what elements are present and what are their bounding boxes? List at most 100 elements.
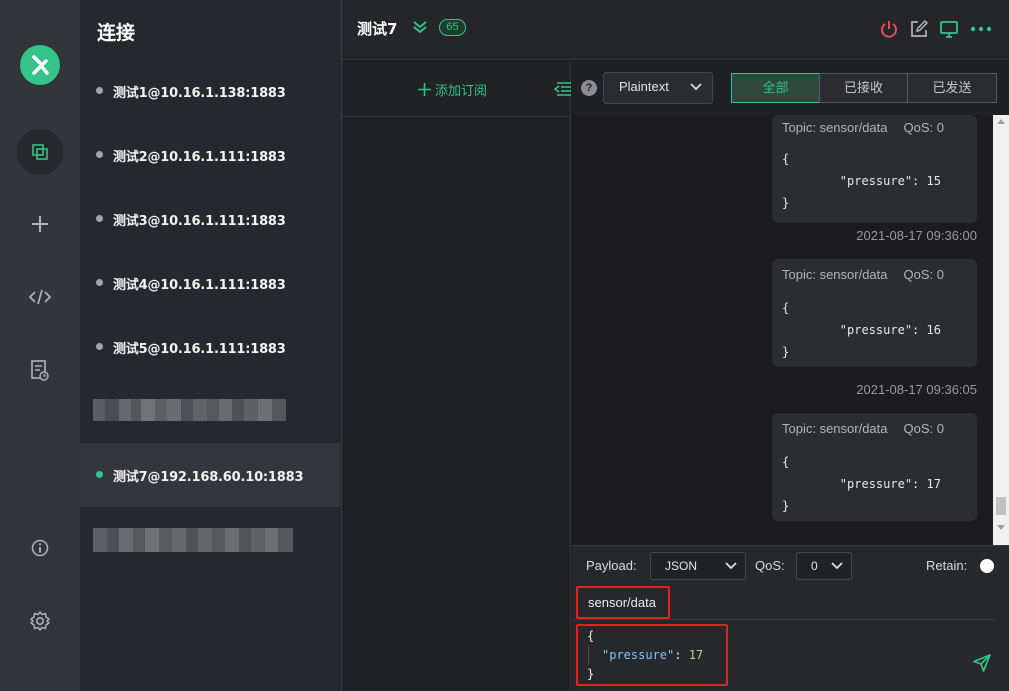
payload-line: {: [782, 152, 790, 166]
payload-format-select[interactable]: Plaintext: [603, 72, 713, 104]
payload-line: }: [782, 499, 790, 513]
status-dot-online: [96, 471, 103, 478]
double-chevron-down-icon[interactable]: [412, 19, 428, 40]
scroll-up-arrow[interactable]: [997, 119, 1005, 124]
publish-composer: Payload: JSON QoS: 0 Retain: sensor/data…: [572, 545, 1009, 691]
connection-item-redacted[interactable]: [80, 379, 340, 443]
subscriptions-panel: 添加订阅: [342, 61, 571, 691]
message-scrollbar[interactable]: [993, 115, 1009, 545]
payload-line: }: [782, 345, 790, 359]
add-subscription-button[interactable]: 添加订阅: [418, 80, 487, 99]
message-bubble: Topic: sensor/data QoS: 0 { "pressure": 1…: [772, 115, 977, 223]
redacted-text: [93, 399, 286, 421]
connection-item[interactable]: 测试1@10.16.1.138:1883: [80, 59, 340, 123]
payload-line: "pressure": 16: [782, 323, 941, 337]
retain-toggle[interactable]: [980, 559, 994, 573]
message-timestamp: 2021-08-17 09:36:00: [856, 228, 977, 243]
payload-label: Payload:: [586, 558, 637, 573]
info-icon[interactable]: [17, 525, 63, 571]
payload-colon: :: [674, 648, 689, 662]
connection-item[interactable]: 测试4@10.16.1.111:1883: [80, 251, 340, 315]
qos-select[interactable]: 0: [796, 552, 852, 580]
divider: [572, 619, 995, 620]
payload-line: "pressure": 17: [782, 477, 941, 491]
message-payload: { "pressure": 15 }: [782, 148, 941, 214]
chevron-down-icon: [690, 83, 702, 91]
topic-value: sensor/data: [588, 595, 656, 610]
retain-label: Retain:: [926, 558, 968, 573]
connection-label: 测试3@10.16.1.111:1883: [113, 214, 286, 229]
scrollbar-thumb[interactable]: [996, 497, 1006, 515]
payload-line: {: [782, 455, 790, 469]
qos-label: QoS:: [755, 558, 785, 573]
connection-item[interactable]: 测试2@10.16.1.111:1883: [80, 123, 340, 187]
connection-label: 测试4@10.16.1.111:1883: [113, 278, 286, 293]
tab-all[interactable]: 全部: [731, 73, 820, 103]
status-dot: [96, 151, 103, 158]
message-filter-bar: ? Plaintext 全部 已接收 已发送: [572, 61, 1009, 115]
message-payload: { "pressure": 16 }: [782, 297, 941, 363]
message-payload: { "pressure": 17 }: [782, 451, 941, 517]
connection-label: 测试2@10.16.1.111:1883: [113, 150, 286, 165]
payload-line: }: [782, 196, 790, 210]
payload-editor[interactable]: { "pressure": 17 }: [576, 624, 728, 686]
log-icon[interactable]: [17, 347, 63, 393]
connection-item[interactable]: 测试3@10.16.1.111:1883: [80, 187, 340, 251]
chevron-down-icon: [725, 562, 737, 570]
connection-label: 测试7@192.168.60.10:1883: [113, 470, 304, 485]
monitor-icon[interactable]: [939, 19, 959, 39]
message-count-badge: 65: [439, 19, 466, 36]
qos-value: 0: [811, 559, 818, 573]
send-icon[interactable]: [972, 653, 992, 678]
connection-list: 连接 测试1@10.16.1.138:1883 测试2@10.16.1.111:…: [80, 0, 341, 691]
more-icon[interactable]: [970, 19, 992, 39]
topic-input[interactable]: sensor/data: [576, 586, 670, 619]
payload-open-brace: {: [587, 629, 595, 643]
scroll-down-arrow[interactable]: [997, 525, 1005, 530]
connections-icon[interactable]: [17, 129, 63, 175]
edit-icon[interactable]: [909, 19, 929, 39]
message-topic: Topic: sensor/data: [782, 267, 888, 282]
connection-item[interactable]: 测试5@10.16.1.111:1883: [80, 315, 340, 379]
add-subscription-label: 添加订阅: [435, 83, 488, 98]
script-icon[interactable]: [17, 274, 63, 320]
tab-sent[interactable]: 已发送: [907, 73, 997, 103]
message-view: ? Plaintext 全部 已接收 已发送 Topic: sensor/dat…: [572, 61, 1009, 545]
message-qos: QoS: 0: [903, 120, 944, 135]
payload-type-value: JSON: [665, 559, 698, 573]
status-dot: [96, 87, 103, 94]
payload-body: "pressure": 17: [588, 646, 726, 665]
add-icon[interactable]: [17, 201, 63, 247]
settings-icon[interactable]: [17, 598, 63, 644]
message-timestamp: 2021-08-17 09:36:05: [856, 382, 977, 397]
connection-name: 测试7: [357, 20, 398, 38]
tab-received[interactable]: 已接收: [819, 73, 908, 103]
connection-item-active[interactable]: 测试7@192.168.60.10:1883: [80, 443, 340, 507]
status-dot: [96, 215, 103, 222]
payload-type-select[interactable]: JSON: [650, 552, 746, 580]
message-qos: QoS: 0: [903, 421, 944, 436]
payload-line: {: [782, 301, 790, 315]
payload-format-value: Plaintext: [619, 79, 669, 94]
payload-close-brace: }: [587, 667, 595, 681]
status-dot: [96, 343, 103, 350]
message-bubble: Topic: sensor/data QoS: 0 { "pressure": 1…: [772, 413, 977, 521]
connection-item-redacted[interactable]: [80, 507, 340, 571]
redacted-text: [93, 528, 298, 552]
main-panel: 测试7 65 添加订阅 ? Plaintext 全部 已接收 已发送 Topic…: [341, 0, 1009, 691]
plus-icon: [418, 83, 431, 96]
connection-label: 测试1@10.16.1.138:1883: [113, 86, 286, 101]
nav-rail: [0, 0, 80, 691]
help-icon[interactable]: ?: [581, 80, 597, 96]
chevron-down-icon: [831, 562, 843, 570]
menu-fold-icon[interactable]: [553, 81, 571, 102]
message-topic: Topic: sensor/data: [782, 120, 888, 135]
connections-title: 连接: [97, 22, 136, 44]
power-icon[interactable]: [879, 19, 899, 39]
connection-header: 测试7 65: [342, 0, 1009, 60]
payload-key: "pressure": [602, 648, 675, 662]
payload-value: 17: [688, 648, 704, 662]
logo-icon[interactable]: [20, 45, 60, 85]
message-bubble: Topic: sensor/data QoS: 0 { "pressure": 1…: [772, 259, 977, 367]
status-dot: [96, 279, 103, 286]
